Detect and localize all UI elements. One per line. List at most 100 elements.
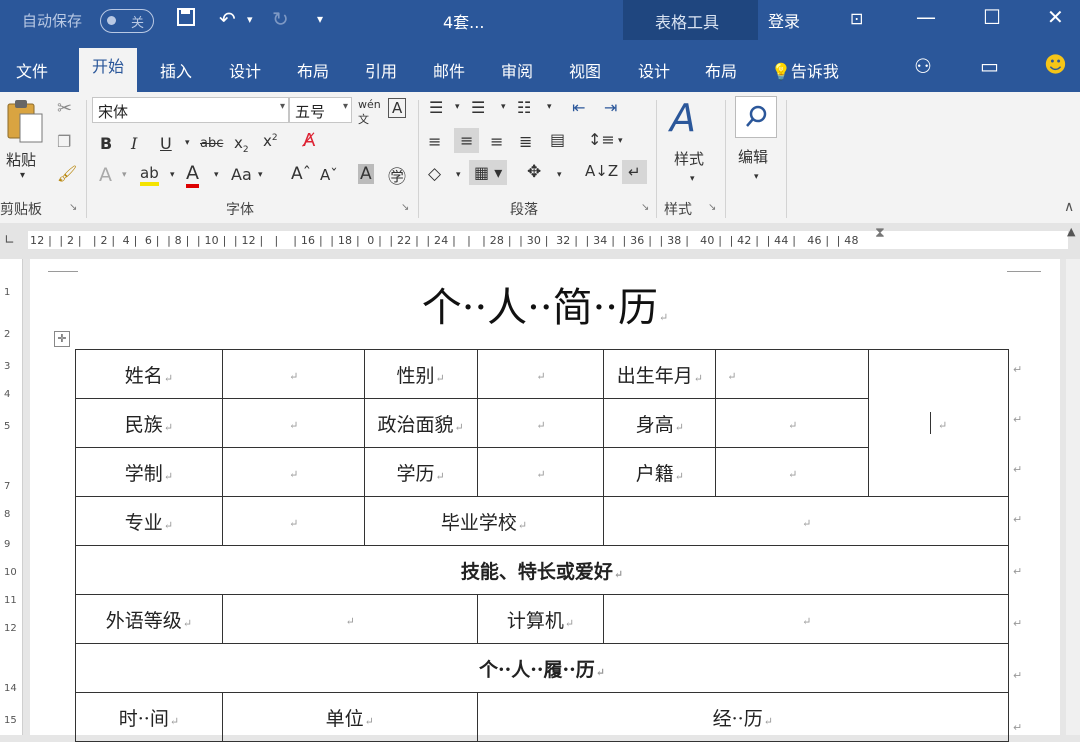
share-user-icon[interactable]: ⚇ [914, 54, 932, 78]
decrease-indent-icon[interactable]: ⇤ [572, 98, 585, 117]
redo-icon[interactable]: ↻ [272, 7, 289, 31]
align-right-icon[interactable]: ≡ [490, 132, 503, 151]
table-cell[interactable]: 出生年月↵ [603, 349, 717, 399]
line-spacing-icon[interactable]: ↕≡ [588, 130, 615, 149]
styles-dropdown-icon[interactable]: ▾ [690, 174, 695, 184]
table-cell[interactable]: 身高↵ [603, 398, 717, 448]
vertical-scrollbar[interactable] [1066, 259, 1080, 735]
autosave-toggle[interactable]: 关 [100, 9, 154, 33]
copy-icon[interactable]: ❐ [57, 132, 71, 151]
character-shading-icon[interactable]: A [358, 164, 374, 184]
subscript-icon[interactable]: x2 [234, 134, 249, 155]
change-case-icon[interactable]: Aa [231, 165, 252, 184]
scroll-up-icon[interactable]: ▲ [1067, 225, 1075, 238]
undo-dropdown-icon[interactable]: ▾ [247, 13, 253, 26]
minimize-icon[interactable]: — [916, 5, 936, 29]
tab-table-design[interactable]: 设计 [638, 58, 670, 82]
table-cell[interactable]: ↵ [603, 496, 1009, 546]
paragraph-launcher-icon[interactable]: ↘ [641, 202, 649, 213]
phonetic-guide-icon[interactable]: wén 文 [358, 98, 381, 127]
table-cell[interactable]: ↵ [476, 398, 605, 448]
maximize-icon[interactable]: ☐ [983, 5, 1001, 29]
character-border-icon[interactable]: A [388, 98, 407, 118]
underline-icon[interactable]: U [160, 134, 172, 153]
table-cell[interactable]: 民族↵ [75, 398, 223, 448]
table-cell[interactable]: ↵ [221, 447, 365, 497]
tab-insert[interactable]: 插入 [160, 58, 192, 82]
tell-me-search[interactable]: 💡告诉我 [771, 58, 839, 82]
horizontal-ruler[interactable]: ∟ 12 | | 2 | | 2 | 4 | 6 | | 8 | | 10 | … [0, 223, 1080, 259]
tab-home[interactable]: 开始 [79, 48, 138, 92]
text-effects-dropdown-icon[interactable]: ▾ [122, 170, 127, 180]
distributed-icon[interactable]: ▤ [550, 130, 565, 149]
table-cell[interactable]: ↵ [221, 398, 365, 448]
shrink-font-icon[interactable]: Aˇ [320, 166, 338, 184]
section-header-cell[interactable]: 技能、特长或爱好↵ [75, 545, 1009, 595]
table-cell[interactable]: 户籍↵ [603, 447, 717, 497]
format-painter-icon[interactable]: 🖌 [57, 164, 77, 183]
underline-dropdown-icon[interactable]: ▾ [185, 138, 190, 148]
tab-design[interactable]: 设计 [229, 58, 261, 82]
multilevel-list-icon[interactable]: ☷ [517, 98, 531, 117]
table-cell[interactable]: 政治面貌↵ [363, 398, 478, 448]
table-cell[interactable]: 外语等级↵ [75, 594, 223, 644]
tab-selector-icon[interactable]: ∟ [4, 233, 15, 248]
indent-marker-icon[interactable]: ⧗ [875, 225, 885, 241]
table-cell[interactable]: ↵ [221, 349, 365, 399]
bold-icon[interactable]: B [100, 134, 112, 153]
highlight-dropdown-icon[interactable]: ▾ [170, 170, 175, 180]
strikethrough-icon[interactable]: abc [200, 136, 223, 151]
text-effects-icon[interactable]: A [99, 164, 112, 186]
bullets-icon[interactable]: ☰ [429, 98, 443, 117]
table-cell[interactable]: ↵ [476, 349, 605, 399]
paste-button[interactable] [6, 98, 46, 148]
table-cell[interactable]: ↵ [476, 447, 605, 497]
change-case-dropdown-icon[interactable]: ▾ [258, 170, 263, 180]
font-color-dropdown-icon[interactable]: ▾ [214, 170, 219, 180]
table-cell[interactable]: ↵ [603, 594, 1009, 644]
table-cell[interactable]: 学历↵ [363, 447, 478, 497]
smiley-feedback-icon[interactable]: ☻ [1044, 53, 1067, 78]
styles-label[interactable]: 样式 [674, 148, 704, 169]
align-left-icon[interactable]: ≡ [428, 132, 441, 151]
styles-launcher-icon[interactable]: ↘ [708, 202, 716, 213]
table-cell[interactable]: 姓名↵ [75, 349, 223, 399]
tab-view[interactable]: 视图 [569, 58, 601, 82]
table-cell[interactable]: 学制↵ [75, 447, 223, 497]
multilevel-dropdown-icon[interactable]: ▾ [547, 102, 552, 112]
justify-icon[interactable]: ≣ [519, 132, 532, 151]
ribbon-display-options-icon[interactable]: ⊡ [850, 9, 863, 28]
document-page[interactable]: 个··人··简··历↵ ✛ 姓名↵ ↵ 性别↵ ↵ 出生年月↵ ↵ ↵ 民族↵ … [30, 259, 1060, 742]
customize-qat-icon[interactable]: ▾ [317, 12, 323, 26]
table-cell[interactable]: ↵ [715, 349, 870, 399]
show-hide-marks-icon[interactable]: ↵ [622, 160, 647, 184]
bullets-dropdown-icon[interactable]: ▾ [455, 102, 460, 112]
font-size-select[interactable]: 五号 ▾ [289, 97, 352, 123]
table-cell[interactable]: 专业↵ [75, 496, 223, 546]
table-cell[interactable]: 经··历↵ [476, 692, 1010, 742]
table-move-handle-icon[interactable]: ✛ [54, 331, 70, 347]
tab-file[interactable]: 文件 [16, 58, 48, 82]
resume-table[interactable]: 姓名↵ ↵ 性别↵ ↵ 出生年月↵ ↵ ↵ 民族↵ ↵ 政治面貌↵ ↵ 身高↵ … [75, 349, 1010, 742]
tab-references[interactable]: 引用 [365, 58, 397, 82]
tab-review[interactable]: 审阅 [501, 58, 533, 82]
borders-icon[interactable]: ▦ ▾ [469, 160, 508, 185]
table-cell[interactable]: 毕业学校↵ [363, 496, 605, 546]
sort-icon[interactable]: A↓Z [585, 162, 618, 180]
numbering-dropdown-icon[interactable]: ▾ [501, 102, 506, 112]
tab-table-layout[interactable]: 布局 [705, 58, 737, 82]
table-cell[interactable]: 时··间↵ [75, 692, 223, 742]
photo-cell[interactable]: ↵ [868, 349, 1009, 497]
login-button[interactable]: 登录 [768, 8, 800, 32]
grow-font-icon[interactable]: Aˆ [291, 164, 311, 184]
table-cell[interactable]: ↵ [221, 594, 478, 644]
table-cell[interactable]: ↵ [715, 447, 870, 497]
close-icon[interactable]: ✕ [1047, 5, 1064, 29]
undo-icon[interactable]: ↶ [219, 7, 236, 31]
find-button[interactable] [735, 96, 777, 138]
table-cell[interactable]: 性别↵ [363, 349, 478, 399]
line-spacing-dropdown-icon[interactable]: ▾ [618, 136, 623, 146]
tab-layout[interactable]: 布局 [297, 58, 329, 82]
section-header-cell[interactable]: 个··人··履··历↵ [75, 643, 1009, 693]
paste-dropdown-icon[interactable]: ▾ [20, 170, 25, 181]
